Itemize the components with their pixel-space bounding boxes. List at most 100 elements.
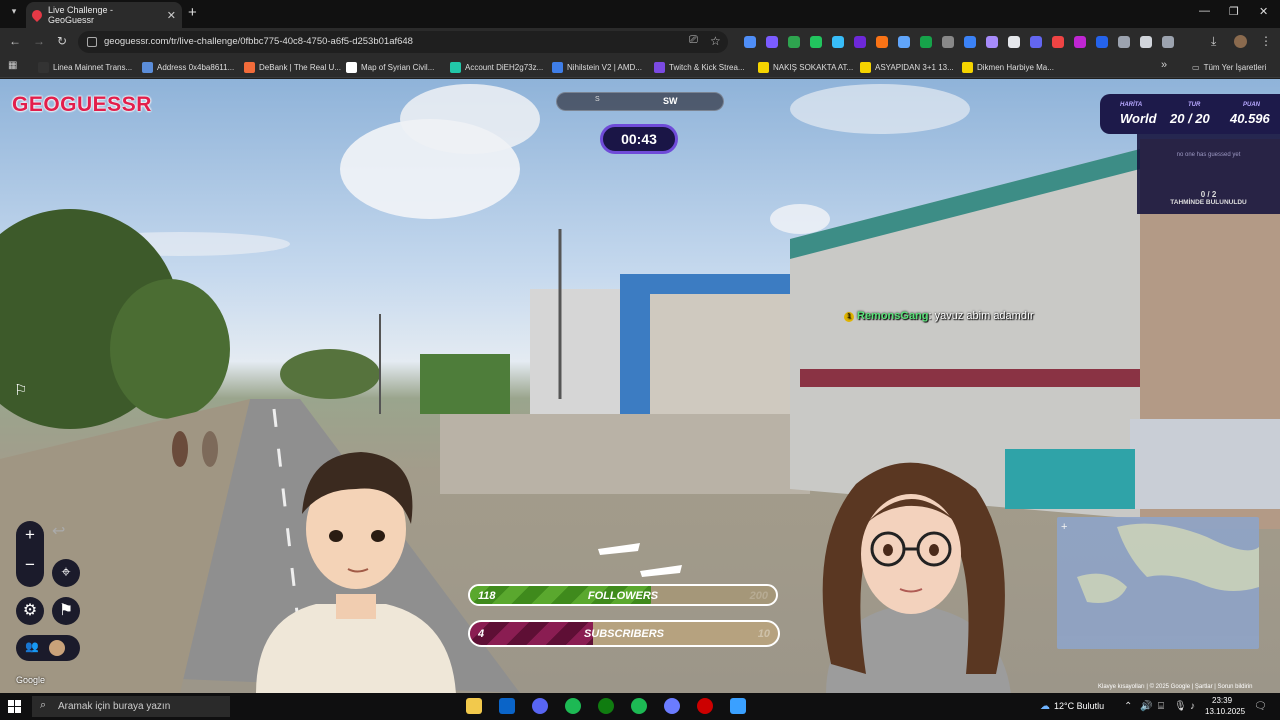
browser-extension-icon[interactable]	[744, 36, 756, 48]
chrome-icon[interactable]	[697, 698, 713, 714]
street-view-panorama[interactable]: GEOGUESSR S SW 00:43 HARİTA World TUR 20…	[0, 79, 1280, 693]
spotify-icon[interactable]	[565, 698, 581, 714]
close-tab-icon[interactable]: ✕	[167, 9, 176, 22]
zoom-in-button[interactable]: +	[16, 525, 44, 545]
return-to-start-button[interactable]: ⌖	[52, 559, 80, 587]
reload-icon[interactable]: ↻	[57, 34, 67, 48]
close-window-icon[interactable]: ✕	[1259, 5, 1268, 18]
address-bar[interactable]: geoguessr.com/tr/live-challenge/0fbbc775…	[78, 31, 728, 53]
tray-overflow-icon[interactable]: ⌃	[1124, 701, 1132, 712]
player-avatar	[49, 640, 65, 656]
forward-icon[interactable]: →	[33, 34, 45, 48]
profile-avatar[interactable]	[1234, 35, 1247, 48]
guess-minimap[interactable]: +	[1057, 517, 1259, 649]
map-value: World	[1120, 111, 1157, 126]
players-button[interactable]: 👥	[16, 635, 80, 661]
outlook-icon[interactable]	[499, 698, 515, 714]
browser-extension-icon[interactable]	[942, 36, 954, 48]
bookmark-star-icon[interactable]: ☆	[710, 34, 721, 48]
bookmark-item[interactable]: Account DiEH2g73z...	[450, 60, 543, 74]
file-explorer-icon[interactable]	[466, 698, 482, 714]
windows-start-icon[interactable]	[8, 700, 21, 713]
flag-checkpoint-button[interactable]: ⚑	[52, 597, 80, 625]
more-bookmarks-icon[interactable]: »	[1161, 59, 1167, 71]
restore-icon[interactable]: ❐	[1229, 5, 1239, 18]
discord-icon[interactable]	[532, 698, 548, 714]
followers-label: FOLLOWERS	[587, 590, 659, 602]
minimize-icon[interactable]: —	[1199, 5, 1210, 17]
browser-extension-icon[interactable]	[1052, 36, 1064, 48]
notifications-icon[interactable]: 🗨	[1254, 701, 1267, 712]
network-icon[interactable]: ⌸	[1158, 701, 1164, 712]
windows-taskbar: Aramak için buraya yazın ⌕ ☁ 12°C Bulutl…	[0, 693, 1280, 720]
subscribers-goal: 10	[757, 628, 770, 640]
browser-extension-icon[interactable]	[766, 36, 778, 48]
players-icon: 👥	[25, 641, 39, 653]
weather-text[interactable]: 12°C Bulutlu	[1054, 701, 1104, 711]
browser-extension-icon[interactable]	[964, 36, 976, 48]
browser-extension-icon[interactable]	[1008, 36, 1020, 48]
google-watermark: Google	[16, 675, 46, 685]
browser-extension-icon[interactable]	[1096, 36, 1108, 48]
compass-heading: SW	[663, 96, 678, 106]
round-value: 20 / 20	[1170, 111, 1210, 126]
bookmark-item[interactable]: ASYAPIDAN 3+1 13...	[860, 60, 954, 74]
all-bookmarks-label: Tüm Yer İşaretleri	[1203, 62, 1267, 72]
maps-attribution[interactable]: Klavye kısayolları | © 2025 Google | Şar…	[1098, 684, 1253, 690]
clock-time[interactable]: 23:39	[1212, 696, 1232, 705]
bookmark-item[interactable]: Address 0x4ba8611...	[142, 60, 234, 74]
bookmark-item[interactable]: Linea Mainnet Trans...	[38, 60, 132, 74]
bookmark-item[interactable]: Map of Syrian Civil...	[346, 60, 434, 74]
microphone-icon[interactable]: 🎙	[1174, 701, 1187, 712]
install-app-icon[interactable]: ⎚	[689, 34, 698, 47]
menu-icon[interactable]: ⋮	[1260, 34, 1272, 48]
browser-extension-icon[interactable]	[920, 36, 932, 48]
browser-extension-icon[interactable]	[1140, 36, 1152, 48]
undo-move-icon[interactable]: ↩	[52, 521, 65, 541]
browser-extension-icon[interactable]	[832, 36, 844, 48]
all-bookmarks-folder[interactable]: ▭ Tüm Yer İşaretleri	[1192, 60, 1266, 74]
report-location-icon[interactable]: ⚐	[14, 381, 27, 399]
downloads-icon[interactable]: ⤓	[1211, 34, 1216, 49]
bookmark-item[interactable]: Twitch & Kick Strea...	[654, 60, 745, 74]
speaker-icon[interactable]: ♪	[1190, 701, 1195, 712]
apps-grid-icon[interactable]: ▦	[8, 60, 17, 71]
clock-date[interactable]: 13.10.2025	[1205, 707, 1245, 716]
tab-geoguessr[interactable]: Live Challenge - GeoGuessr ✕	[26, 2, 182, 28]
volume-icon[interactable]: 🔊	[1140, 701, 1152, 712]
site-info-icon[interactable]	[87, 37, 97, 47]
browser-extension-icon[interactable]	[788, 36, 800, 48]
browser-extension-icon[interactable]	[898, 36, 910, 48]
settings-button[interactable]: ⚙	[16, 597, 44, 625]
zoom-out-button[interactable]: −	[16, 555, 44, 575]
bookmark-item[interactable]: DeBank | The Real U...	[244, 60, 341, 74]
bookmark-item[interactable]: NAKIŞ SOKAKTA AT...	[758, 60, 853, 74]
subscribers-goal-bar: 4 SUBSCRIBERS 10	[468, 620, 780, 647]
tab-list-icon[interactable]: ▾	[6, 6, 22, 22]
xbox-icon[interactable]	[598, 698, 614, 714]
app-icon[interactable]	[730, 698, 746, 714]
browser-extension-icon[interactable]	[986, 36, 998, 48]
guess-found-label: TAHMİNDE BULUNULDU	[1170, 199, 1247, 206]
geoguessr-logo[interactable]: GEOGUESSR	[12, 93, 152, 117]
new-tab-icon[interactable]: +	[188, 4, 197, 21]
streamer-avatar-male	[256, 452, 456, 693]
bookmark-favicon-icon	[962, 61, 973, 73]
browser-extension-icon[interactable]	[1162, 36, 1174, 48]
back-icon[interactable]: ←	[9, 34, 21, 48]
bookmark-item[interactable]: Nihilstein V2 | AMD...	[552, 60, 642, 74]
bookmark-item[interactable]: Dikmen Harbiye Ma...	[962, 60, 1054, 74]
browser-extension-icon[interactable]	[1030, 36, 1042, 48]
compass: S SW	[556, 92, 724, 111]
minimap-expand-icon[interactable]: +	[1061, 521, 1067, 533]
browser-extension-icon[interactable]	[1118, 36, 1130, 48]
taskbar-search-box[interactable]: Aramak için buraya yazın	[32, 696, 230, 717]
spotify-alt-icon[interactable]	[631, 698, 647, 714]
browser-extension-icon[interactable]	[876, 36, 888, 48]
browser-extension-icon[interactable]	[1074, 36, 1086, 48]
weather-icon[interactable]: ☁	[1040, 701, 1050, 712]
browser-extension-icon[interactable]	[810, 36, 822, 48]
bookmark-label: DeBank | The Real U...	[259, 62, 341, 72]
browser-extension-icon[interactable]	[854, 36, 866, 48]
steam-icon[interactable]	[664, 698, 680, 714]
